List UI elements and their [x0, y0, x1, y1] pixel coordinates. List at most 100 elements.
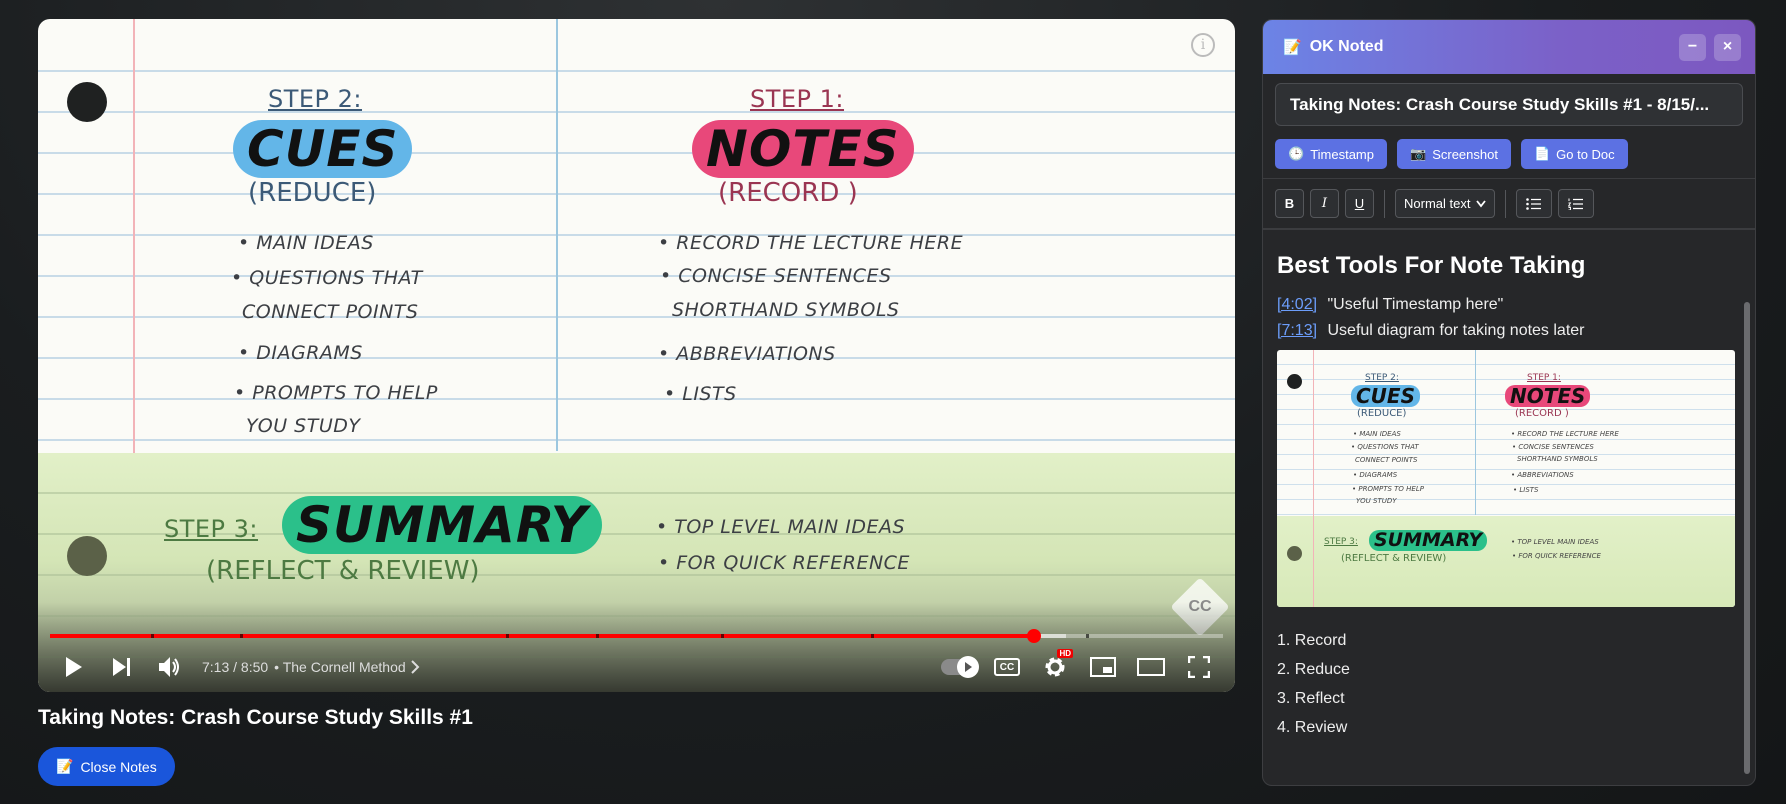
notes-item: • LISTS [664, 383, 737, 405]
video-title: Taking Notes: Crash Course Study Skills … [38, 706, 473, 729]
volume-icon [159, 657, 179, 677]
bullet-list-button[interactable] [1516, 189, 1553, 218]
step1-label: STEP 1: [750, 85, 845, 113]
cues-item: • MAIN IDEAS [238, 232, 374, 254]
notes-item: • CONCISE SENTENCES [660, 265, 892, 287]
timestamp-note: [4:02] "Useful Timestamp here" [1277, 296, 1729, 314]
thumb-notes: NOTES [1505, 385, 1591, 407]
chapter-marker [151, 634, 154, 638]
fullscreen-button[interactable] [1175, 647, 1223, 687]
gear-icon [1045, 657, 1065, 677]
notes-item: SHORTHAND SYMBOLS [672, 299, 900, 321]
chapter-title[interactable]: • The Cornell Method [274, 659, 420, 675]
timestamp-link[interactable]: [7:13] [1277, 322, 1317, 339]
timestamp-note-text: Useful diagram for taking notes later [1327, 322, 1585, 339]
chapter-marker [871, 634, 874, 638]
text-style-select[interactable]: Normal text [1395, 189, 1496, 218]
chapter-marker [596, 634, 599, 638]
close-notes-button[interactable]: 📝 Close Notes [38, 747, 175, 786]
thumb-notes-sub: (RECORD ) [1515, 408, 1569, 419]
thumb-cues-item: • QUESTIONS THAT [1351, 443, 1419, 451]
thumb-notes-item: • ABBREVIATIONS [1511, 471, 1574, 479]
bold-button[interactable]: B [1275, 189, 1304, 218]
settings-button[interactable]: HD [1031, 647, 1079, 687]
numbered-list-icon [1568, 198, 1584, 210]
go-to-doc-button[interactable]: 📄 Go to Doc [1520, 139, 1628, 169]
chevron-right-icon [410, 660, 420, 674]
info-icon[interactable]: i [1191, 33, 1215, 57]
next-button[interactable] [98, 647, 146, 687]
list-item: 1. Record [1277, 632, 1347, 649]
cues-subtitle: (REDUCE) [248, 178, 377, 208]
miniplayer-button[interactable] [1079, 647, 1127, 687]
timestamp-note: [7:13] Useful diagram for taking notes l… [1277, 322, 1729, 340]
action-bar: 🕒 Timestamp 📷 Screenshot 📄 Go to Doc [1263, 126, 1755, 179]
thumb-step3: STEP 3: [1324, 537, 1358, 547]
thumb-cues-item: • MAIN IDEAS [1353, 430, 1401, 438]
chapter-marker [240, 634, 243, 638]
binder-hole [67, 82, 107, 122]
thumb-summary-item: • FOR QUICK REFERENCE [1512, 552, 1601, 560]
format-toolbar: B I U Normal text [1263, 179, 1755, 230]
timestamp-label: Timestamp [1310, 146, 1374, 162]
thumb-cues-item: CONNECT POINTS [1355, 456, 1418, 464]
camera-icon: 📷 [1410, 146, 1427, 161]
numbered-list-button[interactable] [1558, 189, 1595, 218]
text-style-value: Normal text [1404, 196, 1471, 211]
play-icon [66, 657, 82, 677]
theater-mode-button[interactable] [1127, 647, 1175, 687]
note-editor[interactable]: Best Tools For Note Taking [4:02] "Usefu… [1263, 236, 1755, 785]
cues-word: CUES [233, 120, 413, 178]
player-controls: 7:13 / 8:50 • The Cornell Method CC HD [38, 642, 1235, 692]
steps-list: 1. Record 2. Reduce 3. Reflect 4. Review [1277, 632, 1729, 737]
note-heading: Best Tools For Note Taking [1277, 252, 1586, 279]
notes-subtitle: (RECORD ) [718, 178, 858, 208]
memo-icon: 📝 [56, 758, 74, 774]
column-divider [556, 19, 558, 451]
thumb-notes-item: • LISTS [1513, 486, 1539, 494]
list-item: 2. Reduce [1277, 661, 1350, 678]
notes-item: • ABBREVIATIONS [658, 343, 836, 365]
summary-subtitle: (REFLECT & REVIEW) [206, 556, 480, 586]
notes-panel: 📝 OK Noted − × Taking Notes: Crash Cours… [1262, 19, 1756, 786]
progress-bar[interactable] [50, 629, 1223, 643]
summary-item: • FOR QUICK REFERENCE [658, 552, 910, 574]
binder-hole [67, 536, 107, 576]
close-panel-button[interactable]: × [1714, 33, 1741, 61]
cues-item: • QUESTIONS THAT [231, 267, 423, 289]
go-to-doc-label: Go to Doc [1556, 146, 1615, 162]
autoplay-toggle[interactable] [935, 647, 983, 687]
chapter-marker [721, 634, 724, 638]
timestamp-link[interactable]: [4:02] [1277, 296, 1317, 313]
italic-button[interactable]: I [1310, 189, 1339, 218]
cues-item: • PROMPTS TO HELP [234, 382, 438, 404]
chapter-marker [506, 634, 509, 638]
captions-button[interactable]: CC [983, 647, 1031, 687]
captions-icon: CC [994, 658, 1020, 676]
editor-scrollbar[interactable] [1744, 302, 1750, 774]
thumb-notes-item: SHORTHAND SYMBOLS [1517, 455, 1598, 463]
doc-title-field[interactable]: Taking Notes: Crash Course Study Skills … [1275, 83, 1743, 126]
thumb-cues: CUES [1351, 385, 1420, 407]
volume-button[interactable] [146, 647, 194, 687]
screenshot-button[interactable]: 📷 Screenshot [1397, 139, 1511, 169]
minimize-button[interactable]: − [1679, 33, 1706, 61]
close-notes-label: Close Notes [80, 758, 157, 775]
video-player[interactable]: STEP 2: CUES (REDUCE) • MAIN IDEAS • QUE… [38, 19, 1235, 692]
clock-icon: 🕒 [1288, 146, 1305, 161]
toolbar-divider [1505, 189, 1507, 218]
toolbar-divider [1384, 189, 1385, 218]
timestamp-button[interactable]: 🕒 Timestamp [1275, 139, 1387, 169]
screenshot-thumbnail[interactable]: STEP 2: CUES (REDUCE) • MAIN IDEAS • QUE… [1277, 350, 1735, 607]
play-button[interactable] [50, 647, 98, 687]
bullet-list-icon [1526, 197, 1542, 210]
panel-title: OK Noted [1309, 38, 1384, 55]
screenshot-label: Screenshot [1432, 146, 1498, 162]
step3-label: STEP 3: [164, 515, 259, 543]
thumb-cues-item: • DIAGRAMS [1353, 471, 1398, 479]
thumb-summary: SUMMARY [1369, 530, 1488, 551]
underline-button[interactable]: U [1345, 189, 1374, 218]
played-bar [50, 634, 1035, 638]
panel-header[interactable]: 📝 OK Noted − × [1263, 20, 1755, 74]
timestamp-note-text: "Useful Timestamp here" [1327, 296, 1504, 313]
